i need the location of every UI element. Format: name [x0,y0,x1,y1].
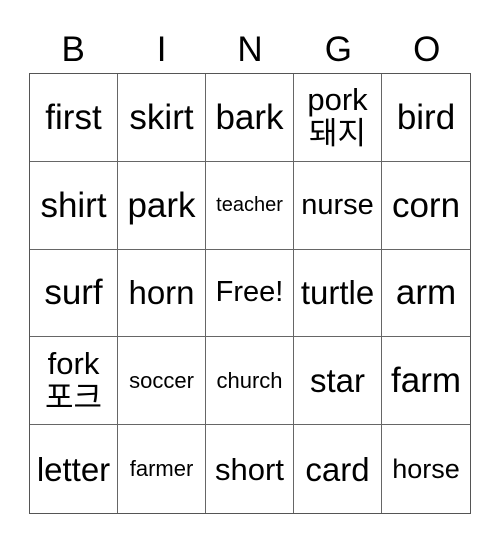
header-letter-g: G [324,30,352,69]
cell-word: arm [395,273,457,313]
cell-word: teacher [216,194,283,217]
cell-word: pork [307,82,368,118]
cell-word: nurse [301,188,374,221]
cell-word: horn [128,274,195,312]
bingo-cell[interactable]: pork 돼지 [294,74,382,162]
bingo-header: B I N G O [29,28,471,72]
header-letter-i: I [156,30,167,69]
cell-word: farm [391,361,461,401]
bingo-cell[interactable]: bark [206,74,294,162]
cell-word: turtle [300,274,375,312]
bingo-cell[interactable]: skirt [118,74,206,162]
cell-word: park [127,185,196,225]
header-letter-o: O [413,30,441,69]
bingo-cell[interactable]: short [206,425,294,513]
bingo-cell[interactable]: soccer [118,337,206,426]
cell-word: skirt [129,97,194,137]
cell-word: shirt [40,185,107,225]
bingo-cell[interactable]: corn [382,162,470,250]
cell-translation: 돼지 [308,116,367,152]
cell-word: horse [392,453,460,484]
bingo-cell[interactable]: card [294,425,382,513]
cell-word: first [45,97,102,137]
cell-word: short [215,451,284,487]
cell-translation: 포크 [44,379,103,415]
bingo-cell[interactable]: horse [382,425,470,513]
cell-word: star [309,362,365,400]
cell-word: bark [215,97,284,137]
bingo-cell[interactable]: farm [382,337,470,426]
cell-word: church [216,367,283,393]
cell-word: letter [36,450,111,488]
bingo-cell[interactable]: farmer [118,425,206,513]
bingo-cell[interactable]: arm [382,250,470,338]
bingo-cell free-space[interactable]: Free! [206,249,294,338]
bingo-cell[interactable]: fork 포크 [30,337,118,426]
header-letter-n: N [237,30,263,69]
free-space-label: Free! [215,276,284,309]
cell-word: soccer [129,367,194,393]
bingo-grid: first skirt bark pork 돼지 bird shirt park … [29,73,471,514]
bingo-cell[interactable]: shirt [30,161,118,250]
bingo-cell[interactable]: park [118,161,206,250]
cell-word: fork [47,345,100,381]
bingo-cell[interactable]: letter [30,425,118,513]
cell-word: corn [391,185,461,225]
bingo-cell[interactable]: turtle [294,249,382,338]
bingo-cell[interactable]: nurse [294,161,382,250]
cell-word: surf [44,273,103,313]
cell-word: bird [396,97,456,137]
bingo-cell[interactable]: first [30,74,118,162]
bingo-cell[interactable]: horn [118,249,206,338]
bingo-cell[interactable]: bird [382,74,470,162]
bingo-cell[interactable]: star [294,337,382,426]
cell-word: farmer [129,456,194,482]
header-letter-b: B [61,30,85,69]
bingo-cell[interactable]: surf [30,249,118,338]
bingo-cell[interactable]: church [206,337,294,426]
bingo-cell[interactable]: teacher [206,161,294,250]
cell-word: card [305,450,370,488]
